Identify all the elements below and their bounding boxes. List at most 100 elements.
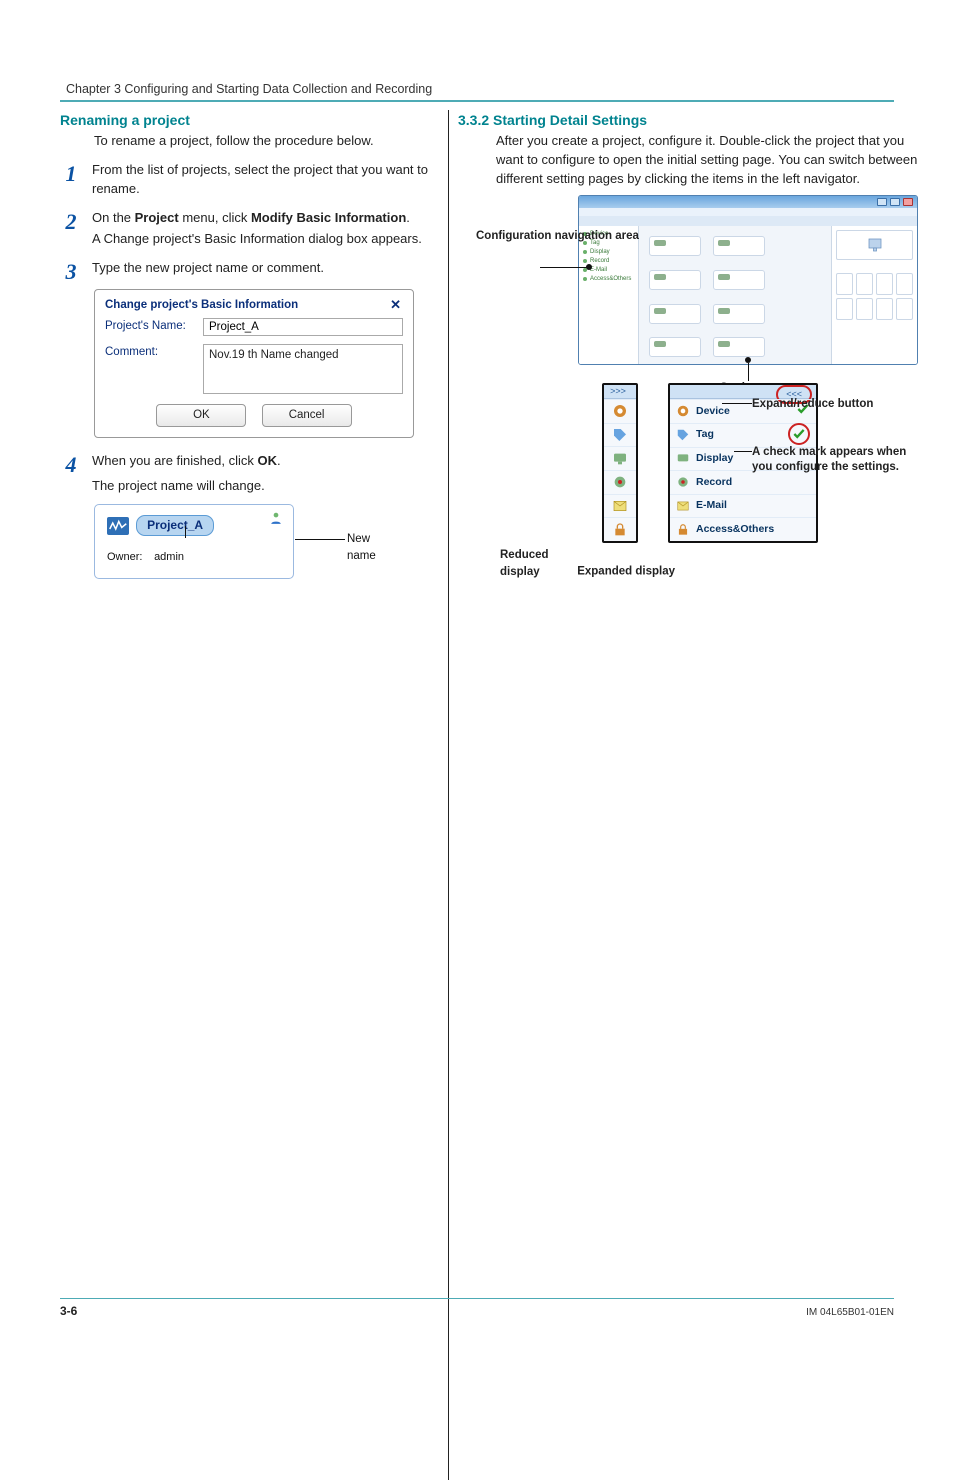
text: When you are finished, click (92, 453, 257, 468)
nav-item[interactable]: E-Mail (590, 266, 607, 275)
step-number: 1 (60, 163, 82, 185)
dialog-title: Change project's Basic Information (105, 297, 298, 314)
setting-card[interactable] (713, 337, 765, 357)
setting-card[interactable] (649, 337, 701, 357)
nav-label: Device (696, 404, 730, 419)
step-body: When you are finished, click OK. The pro… (92, 452, 440, 496)
close-icon[interactable] (903, 198, 913, 206)
side-preview (836, 230, 913, 260)
user-icon (269, 511, 283, 531)
side-grid (836, 273, 913, 320)
intro-paragraph: After you create a project, configure it… (496, 132, 918, 189)
nav-item[interactable]: Display (590, 248, 610, 257)
nav-label: E-Mail (696, 498, 727, 513)
project-logo-icon (107, 517, 129, 535)
page-number: 3-6 (60, 1303, 77, 1320)
expand-toggle[interactable]: >>> (604, 385, 636, 399)
side-thumb[interactable] (836, 298, 853, 320)
side-thumb[interactable] (856, 298, 873, 320)
project-name: Project_A (147, 518, 203, 532)
step-3: 3 Type the new project name or comment. (60, 259, 440, 283)
minimize-icon[interactable] (877, 198, 887, 206)
app-menubar[interactable] (579, 208, 917, 216)
text-bold: Project (135, 210, 179, 225)
setting-card[interactable] (713, 236, 765, 256)
owner-label: Owner: (107, 550, 151, 566)
step-2: 2 On the Project menu, click Modify Basi… (60, 209, 440, 249)
text-bold: OK (257, 453, 277, 468)
dialog-change-basic-info: Change project's Basic Information ✕ Pro… (94, 289, 414, 439)
nav-label: Tag (696, 427, 714, 442)
chapter-header: Chapter 3 Configuring and Starting Data … (60, 80, 894, 102)
project-card: Project_A Owner: admin New name (94, 504, 294, 579)
input-project-name[interactable] (203, 318, 403, 336)
checkmark-icon (788, 423, 810, 446)
nav-icon-email[interactable] (604, 494, 636, 518)
doc-id: IM 04L65B01-01EN (806, 1306, 894, 1321)
app-toolbar[interactable] (579, 216, 917, 226)
cancel-button[interactable]: Cancel (262, 404, 352, 427)
ok-button[interactable]: OK (156, 404, 246, 427)
setting-card[interactable] (649, 236, 701, 256)
callout-dot (745, 357, 751, 363)
callout-dot (586, 264, 592, 270)
nav-label: Access&Others (696, 522, 774, 537)
app-side-panel (831, 226, 917, 364)
intro-text: To rename a project, follow the procedur… (94, 132, 440, 151)
nav-label: Record (696, 475, 732, 490)
text: . (277, 453, 281, 468)
text: On the (92, 210, 135, 225)
label-expanded-display: Expanded display (577, 566, 675, 578)
side-thumb[interactable] (856, 273, 873, 295)
nav-item[interactable]: Access&Others (590, 275, 631, 284)
app-navigator[interactable]: Device Tag Display Record E-Mail Access&… (579, 226, 639, 364)
nav-icon-record[interactable] (604, 470, 636, 494)
nav-row-tag[interactable]: Tag (670, 423, 816, 447)
callout-line (734, 451, 752, 452)
side-thumb[interactable] (836, 273, 853, 295)
close-icon[interactable]: ✕ (386, 296, 405, 315)
nav-icon-access[interactable] (604, 517, 636, 541)
column-divider (448, 110, 449, 1480)
callout-line (295, 539, 345, 540)
step-number: 4 (60, 454, 82, 476)
label-reduced-display: Reduced display (500, 547, 574, 580)
step-body: On the Project menu, click Modify Basic … (92, 209, 440, 249)
text: . (406, 210, 410, 225)
nav-item[interactable]: Record (590, 257, 609, 266)
page-footer: 3-6 IM 04L65B01-01EN (60, 1298, 894, 1320)
nav-label: Display (696, 451, 733, 466)
app-titlebar (579, 196, 917, 208)
heading-start-detail: 3.3.2 Starting Detail Settings (458, 110, 918, 130)
label-comment: Comment: (105, 344, 195, 361)
step-1: 1 From the list of projects, select the … (60, 161, 440, 199)
step-body: From the list of projects, select the pr… (92, 161, 440, 199)
side-thumb[interactable] (876, 298, 893, 320)
setting-card[interactable] (649, 304, 701, 324)
nav-icon-display[interactable] (604, 446, 636, 470)
side-thumb[interactable] (876, 273, 893, 295)
setting-card[interactable] (649, 270, 701, 290)
side-thumb[interactable] (896, 273, 913, 295)
callout-line (185, 526, 186, 538)
app-window: Device Tag Display Record E-Mail Access&… (578, 195, 918, 365)
nav-icon-tag[interactable] (604, 423, 636, 447)
callout-config-nav: Configuration navigation area (476, 229, 639, 244)
setting-card[interactable] (713, 304, 765, 324)
step-body: Type the new project name or comment. (92, 259, 440, 278)
step-number: 2 (60, 211, 82, 233)
nav-icon-device[interactable] (604, 399, 636, 423)
step-4: 4 When you are finished, click OK. The p… (60, 452, 440, 496)
navigator-reduced: >>> (602, 383, 638, 543)
project-name-bubble: Project_A (136, 515, 214, 536)
heading-renaming: Renaming a project (60, 110, 440, 130)
new-name-callout: New name (347, 531, 376, 564)
owner-value: admin (154, 551, 184, 563)
side-thumb[interactable] (896, 298, 913, 320)
maximize-icon[interactable] (890, 198, 900, 206)
step-number: 3 (60, 261, 82, 283)
nav-row-access[interactable]: Access&Others (670, 517, 816, 541)
setting-card[interactable] (713, 270, 765, 290)
textarea-comment[interactable]: Nov.19 th Name changed (203, 344, 403, 394)
nav-row-email[interactable]: E-Mail (670, 494, 816, 518)
